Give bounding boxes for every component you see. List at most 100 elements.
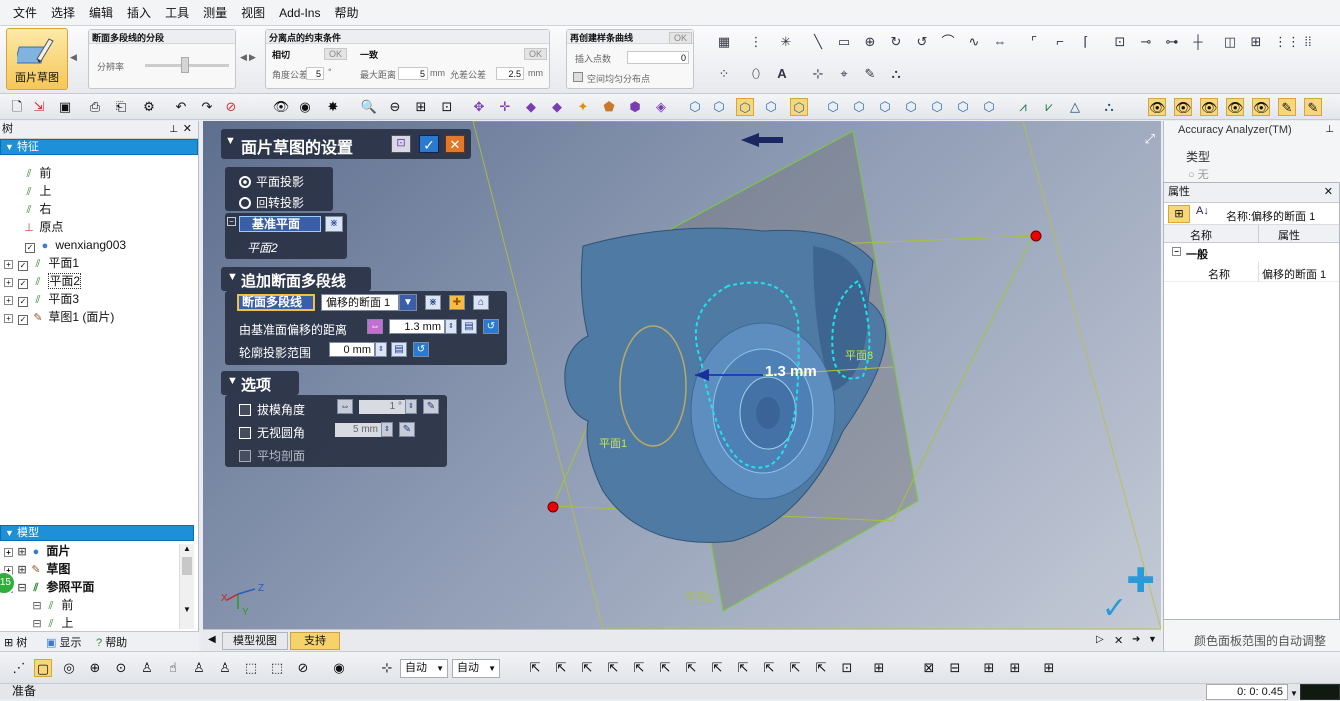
- uniform-distribution-checkbox[interactable]: [573, 72, 583, 82]
- draft-angle-field[interactable]: 1 °: [359, 400, 405, 414]
- plane-handle-left[interactable]: [547, 501, 559, 513]
- stop-icon[interactable]: ⊘: [222, 98, 240, 116]
- scroll-down-icon[interactable]: ▼: [180, 605, 194, 614]
- expand-icon[interactable]: +: [4, 296, 13, 305]
- tree-item-plane1[interactable]: + ✓ ⫽ 平面1: [4, 254, 79, 272]
- model-item-front[interactable]: ⊟ ⫽ 前: [30, 596, 73, 614]
- filter-6-icon[interactable]: ⇱: [656, 659, 674, 677]
- select-rect-icon[interactable]: ▢: [34, 659, 52, 677]
- filter-select-2[interactable]: 自动 ▼: [452, 659, 500, 678]
- tangent-arc-icon[interactable]: ⌒: [940, 34, 956, 50]
- filter-7-icon[interactable]: ⇱: [682, 659, 700, 677]
- scrollbar-thumb[interactable]: [182, 557, 192, 575]
- section-view-icon[interactable]: △: [1066, 98, 1084, 116]
- expand-icon[interactable]: +: [4, 314, 13, 323]
- offset-icon[interactable]: ⌈: [1078, 34, 1094, 50]
- scroll-left-icon[interactable]: ◀: [240, 52, 247, 63]
- fillet-icon[interactable]: ⌜: [1026, 34, 1042, 50]
- tab-model-view[interactable]: 模型视图: [222, 632, 288, 650]
- filter-12-icon[interactable]: ⇱: [812, 659, 830, 677]
- angle-tolerance-field[interactable]: 5: [306, 67, 324, 80]
- visibility-icon[interactable]: ◉: [330, 659, 348, 677]
- ellipse-icon[interactable]: ⬯: [748, 66, 764, 82]
- orient-1-icon[interactable]: ◆: [522, 98, 540, 116]
- chevron-down-icon[interactable]: ▼: [399, 294, 417, 311]
- projection-range-field[interactable]: 0 mm: [329, 342, 375, 357]
- menu-file[interactable]: 文件: [6, 4, 44, 21]
- scene-canvas[interactable]: [203, 121, 1161, 629]
- consistent-ok-button[interactable]: OK: [524, 48, 548, 60]
- orient-5-icon[interactable]: ⬢: [626, 98, 644, 116]
- std-view-right-icon[interactable]: ⬡: [902, 98, 920, 116]
- properties-row-name[interactable]: 名称 偏移的断面 1: [1164, 262, 1339, 282]
- cube-view-4-icon[interactable]: ⬡: [762, 98, 780, 116]
- max-distance-field[interactable]: 5: [398, 67, 428, 80]
- std-view-back-icon[interactable]: ⬡: [850, 98, 868, 116]
- menu-edit[interactable]: 编辑: [82, 4, 120, 21]
- menu-addins[interactable]: Add-Ins: [272, 6, 327, 20]
- zoom-icon[interactable]: 🔍: [360, 98, 378, 116]
- radio-rotate-projection[interactable]: 回转投影: [239, 194, 304, 211]
- select-entity-button[interactable]: ⋇: [425, 295, 441, 310]
- select-paint-icon[interactable]: ♙: [138, 659, 156, 677]
- visibility-checkbox[interactable]: ✓: [18, 315, 28, 325]
- filter-1-icon[interactable]: ⇱: [526, 659, 544, 677]
- offset-measure-button[interactable]: ▤: [461, 319, 477, 334]
- collapse-icon[interactable]: −: [227, 217, 236, 226]
- visibility-checkbox[interactable]: ✓: [18, 279, 28, 289]
- cube-view-5-icon[interactable]: ⬡: [790, 98, 808, 116]
- add-icon[interactable]: ✚: [1127, 561, 1156, 601]
- split-icon[interactable]: ⊶: [1164, 34, 1180, 50]
- point-cloud-icon[interactable]: ⁘: [716, 66, 732, 82]
- fillet-measure-button[interactable]: ✎: [399, 422, 415, 437]
- 3d-viewport[interactable]: 1.3 mm 平面1 平面2 平面3 Z X Y ⤢ ✚ ✓ ▼ 面片草图的设置…: [203, 121, 1161, 629]
- menu-help[interactable]: 帮助: [327, 4, 365, 21]
- visibility-checkbox[interactable]: ✓: [25, 243, 35, 253]
- filter-10-icon[interactable]: ⇱: [760, 659, 778, 677]
- range-spinner[interactable]: ⇕: [375, 342, 387, 357]
- range-measure-button[interactable]: ▤: [391, 342, 407, 357]
- menu-select[interactable]: 选择: [44, 4, 82, 21]
- circle-icon[interactable]: ⊕: [862, 34, 878, 50]
- cross-icon[interactable]: ┼: [1190, 34, 1206, 50]
- menu-measure[interactable]: 测量: [196, 4, 234, 21]
- chamfer-icon[interactable]: ⌐: [1052, 34, 1068, 50]
- pattern-icon[interactable]: ⊞: [1248, 34, 1264, 50]
- add-polyline-button[interactable]: ✚: [449, 295, 465, 310]
- rotate-icon[interactable]: ✛: [496, 98, 514, 116]
- draft-spinner[interactable]: ⇕: [405, 399, 417, 414]
- group-4-icon[interactable]: ⊞: [1006, 659, 1024, 677]
- flip-direction-button[interactable]: ⇔: [367, 319, 383, 334]
- scroll-right-icon[interactable]: ▶: [249, 52, 256, 63]
- group-5-icon[interactable]: ⊞: [1040, 659, 1058, 677]
- view-1-icon[interactable]: 👁: [272, 98, 290, 116]
- draft-angle-checkbox[interactable]: 拔模角度: [239, 401, 305, 418]
- ignore-fillet-checkbox[interactable]: 无视圆角: [239, 424, 305, 441]
- tree-item-top[interactable]: ⫽ 上: [22, 182, 52, 200]
- reverse-view-icon[interactable]: ⩗: [1040, 98, 1058, 116]
- select-finger-icon[interactable]: ♙: [216, 659, 234, 677]
- tab-help[interactable]: ? 帮助: [96, 634, 127, 650]
- visibility-1-icon[interactable]: 👁: [1148, 98, 1166, 116]
- sort-az-icon[interactable]: A↓: [1196, 205, 1209, 217]
- confirm-check-icon[interactable]: ✓: [1102, 591, 1127, 626]
- ok-check-button[interactable]: ✓: [419, 135, 439, 153]
- tree-item-front[interactable]: ⫽ 前: [22, 164, 52, 182]
- select-lasso-icon[interactable]: ⋰: [10, 659, 28, 677]
- print-icon[interactable]: ⎙: [86, 98, 104, 116]
- view-2-icon[interactable]: ◉: [296, 98, 314, 116]
- filter-13-icon[interactable]: ⊡: [838, 659, 856, 677]
- expand-viewport-icon[interactable]: ⤢: [1145, 131, 1155, 147]
- dimension-label[interactable]: 1.3 mm: [765, 363, 817, 380]
- constraint-icon[interactable]: ⊹: [810, 66, 826, 82]
- export-icon[interactable]: ⎗: [112, 98, 130, 116]
- expand-icon[interactable]: +: [4, 278, 13, 287]
- range-reset-button[interactable]: ↺: [413, 342, 429, 357]
- highlight-icon[interactable]: ✸: [324, 98, 342, 116]
- collapse-icon[interactable]: ▼: [227, 271, 238, 283]
- line-icon[interactable]: ╲: [810, 34, 826, 50]
- normal-view-icon[interactable]: ⩘: [1014, 98, 1032, 116]
- draft-measure-button[interactable]: ✎: [423, 399, 439, 414]
- model-scrollbar[interactable]: ▲ ▼: [179, 544, 194, 629]
- category-view-icon[interactable]: ⊞: [1168, 205, 1190, 223]
